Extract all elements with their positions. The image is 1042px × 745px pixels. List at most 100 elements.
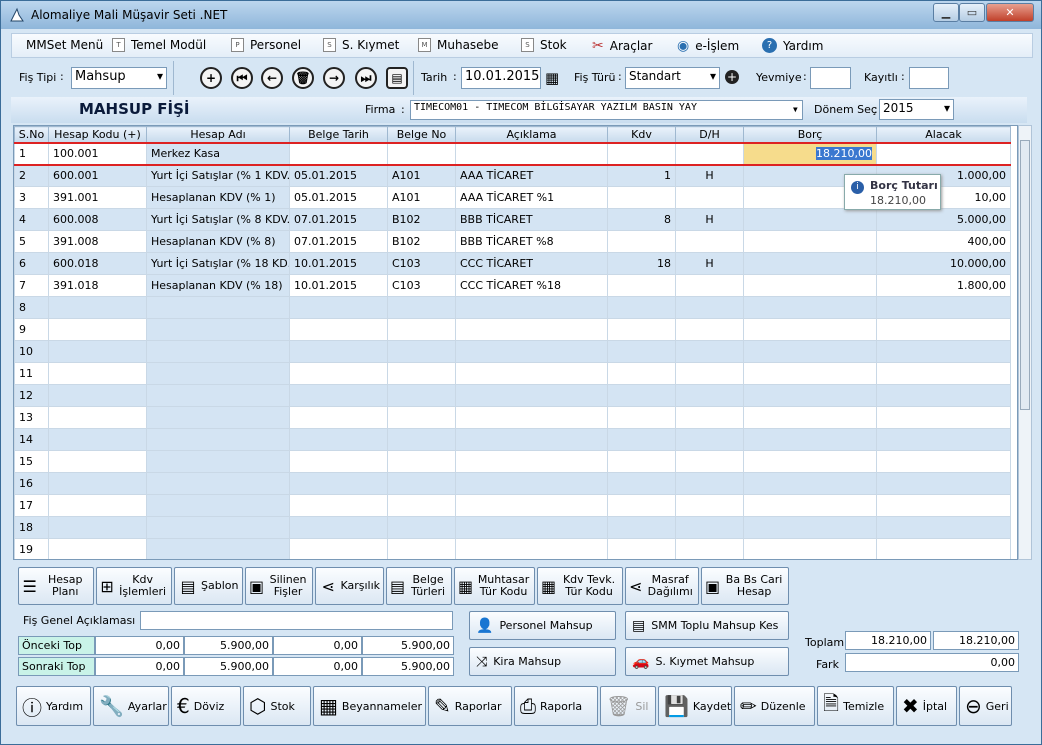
cell-alacak[interactable]: 400,00 [876, 230, 1011, 253]
cell-sno[interactable]: 6 [14, 252, 49, 275]
previous-record-icon[interactable]: ← [261, 67, 283, 89]
cell-sno[interactable]: 9 [14, 318, 49, 341]
cell-alacak[interactable] [876, 538, 1011, 559]
smm-mahsup-button[interactable]: ▤ SMM Toplu Mahsup Kes [625, 611, 789, 640]
cell-kdv[interactable] [607, 450, 676, 473]
cell-hesap-adi[interactable] [146, 384, 290, 407]
cell-dh[interactable] [675, 384, 744, 407]
cell-sno[interactable]: 12 [14, 384, 49, 407]
table-row[interactable]: 17 [14, 494, 1011, 517]
cell-belge-tarih[interactable]: 07.01.2015 [289, 208, 388, 231]
bottom-button-save[interactable]: 💾 Kaydet [658, 686, 732, 726]
action-button-0[interactable]: ☰ Hesap Planı [18, 567, 94, 605]
cell-hesap-adi[interactable] [146, 472, 290, 495]
cell-kdv[interactable]: 8 [607, 208, 676, 231]
cell-hesap-kodu[interactable]: 391.008 [48, 230, 147, 253]
cell-kdv[interactable] [607, 494, 676, 517]
table-row[interactable]: 15 [14, 450, 1011, 473]
cell-borc[interactable] [743, 516, 877, 539]
cell-belge-no[interactable] [387, 494, 456, 517]
cell-belge-no[interactable] [387, 538, 456, 559]
bottom-button-report[interactable]: ✎ Raporlar [428, 686, 512, 726]
cell-alacak[interactable] [876, 340, 1011, 363]
cell-aciklama[interactable]: CCC TİCARET [455, 252, 608, 275]
calendar-icon[interactable]: ▦ [545, 69, 559, 87]
cell-hesap-kodu[interactable] [48, 318, 147, 341]
cell-alacak[interactable] [876, 384, 1011, 407]
personel-mahsup-button[interactable]: 👤 Personel Mahsup [469, 611, 616, 640]
yevmiye-input[interactable] [810, 67, 851, 89]
cell-hesap-adi[interactable]: Yurt İçi Satışlar (% 8 KDV.li) [146, 208, 290, 231]
cell-dh[interactable] [675, 318, 744, 341]
table-row[interactable]: 8 [14, 296, 1011, 319]
col-belge-tarih[interactable]: Belge Tarih [289, 126, 388, 143]
cell-kdv[interactable] [607, 406, 676, 429]
cell-aciklama[interactable] [455, 472, 608, 495]
action-button-1[interactable]: ⊞ Kdv İşlemleri [96, 567, 172, 605]
cell-kdv[interactable] [607, 516, 676, 539]
cell-belge-no[interactable]: B102 [387, 208, 456, 231]
cell-aciklama[interactable] [455, 450, 608, 473]
cell-belge-tarih[interactable] [289, 450, 388, 473]
close-button[interactable]: ✕ [986, 3, 1034, 22]
table-row[interactable]: 7 391.018 Hesaplanan KDV (% 18) 10.01.2015 C… [14, 274, 1011, 297]
menu-yardim[interactable]: ? Yardım [762, 38, 823, 53]
cell-hesap-kodu[interactable] [48, 406, 147, 429]
cell-dh[interactable]: H [675, 164, 744, 187]
cell-sno[interactable]: 13 [14, 406, 49, 429]
cell-dh[interactable]: H [675, 208, 744, 231]
cell-belge-tarih[interactable] [289, 538, 388, 559]
cell-belge-no[interactable] [387, 406, 456, 429]
cell-borc[interactable] [743, 318, 877, 341]
action-button-7[interactable]: ▦ Kdv Tevk. Tür Kodu [537, 567, 623, 605]
cell-alacak[interactable]: 1.800,00 [876, 274, 1011, 297]
cell-aciklama[interactable] [455, 516, 608, 539]
last-record-icon[interactable]: ⏭ [355, 67, 377, 89]
table-row[interactable]: 13 [14, 406, 1011, 429]
cell-borc[interactable] [743, 472, 877, 495]
action-button-3[interactable]: ▣ Silinen Fişler [245, 567, 313, 605]
cell-kdv[interactable] [607, 384, 676, 407]
cell-sno[interactable]: 10 [14, 340, 49, 363]
bottom-button-page[interactable]: 🗎 Temizle [817, 686, 894, 726]
menu-stok[interactable]: S Stok [521, 38, 567, 52]
cell-aciklama[interactable] [455, 538, 608, 559]
action-button-9[interactable]: ▣ Ba Bs Cari Hesap [701, 567, 789, 605]
cell-hesap-kodu[interactable] [48, 516, 147, 539]
cell-kdv[interactable] [607, 186, 676, 209]
cell-sno[interactable]: 15 [14, 450, 49, 473]
menu-personel[interactable]: P Personel [231, 38, 301, 52]
cell-dh[interactable] [675, 428, 744, 451]
cell-aciklama[interactable] [455, 318, 608, 341]
cell-hesap-kodu[interactable]: 100.001 [48, 141, 147, 166]
col-hesap-kodu[interactable]: Hesap Kodu (+) [48, 126, 147, 143]
cell-borc[interactable]: 18.210,00 [743, 141, 877, 166]
cell-borc[interactable] [743, 230, 877, 253]
firma-select[interactable]: TIMECOM01 - TIMECOM BİLGİSAYAR YAZILM BA… [410, 100, 803, 120]
cell-kdv[interactable] [607, 472, 676, 495]
table-row[interactable]: 6 600.018 Yurt İçi Satışlar (% 18 KD... 10.… [14, 252, 1011, 275]
cell-dh[interactable] [675, 274, 744, 297]
cell-belge-tarih[interactable]: 10.01.2015 [289, 274, 388, 297]
cell-belge-no[interactable] [387, 428, 456, 451]
table-row[interactable]: 10 [14, 340, 1011, 363]
cell-aciklama[interactable]: AAA TİCARET [455, 164, 608, 187]
kayitli-input[interactable] [909, 67, 949, 89]
cell-dh[interactable] [675, 230, 744, 253]
cell-sno[interactable]: 16 [14, 472, 49, 495]
col-hesap-adi[interactable]: Hesap Adı [146, 126, 290, 143]
bottom-button-back[interactable]: ⊖ Geri [959, 686, 1012, 726]
cell-hesap-kodu[interactable] [48, 472, 147, 495]
cell-belge-tarih[interactable] [289, 384, 388, 407]
add-icon[interactable]: + [200, 67, 222, 89]
cell-borc[interactable] [743, 428, 877, 451]
cell-belge-no[interactable]: A101 [387, 186, 456, 209]
cell-dh[interactable]: H [675, 252, 744, 275]
cell-hesap-adi[interactable] [146, 406, 290, 429]
cell-alacak[interactable] [876, 494, 1011, 517]
cell-belge-no[interactable] [387, 472, 456, 495]
cell-belge-tarih[interactable] [289, 141, 388, 166]
cell-dh[interactable] [675, 538, 744, 559]
cell-kdv[interactable]: 1 [607, 164, 676, 187]
cell-hesap-adi[interactable]: Hesaplanan KDV (% 1) [146, 186, 290, 209]
